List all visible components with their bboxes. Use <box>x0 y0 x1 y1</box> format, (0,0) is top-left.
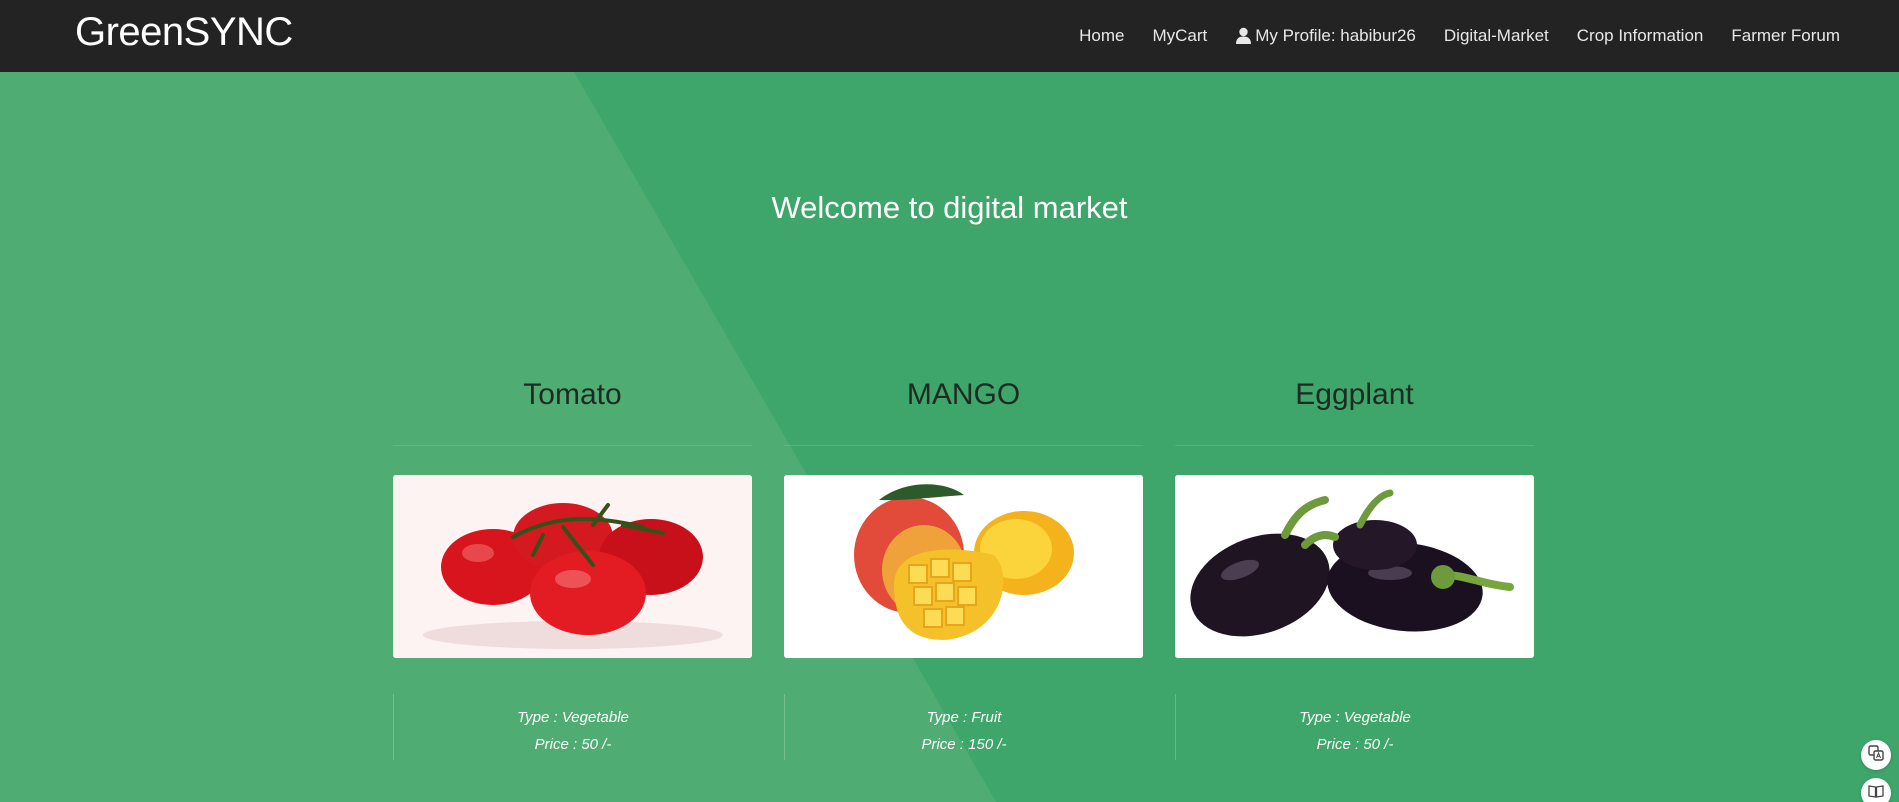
product-details: Type : Fruit Price : 150 /- <box>784 694 1143 760</box>
divider <box>393 445 752 446</box>
product-details: Type : Vegetable Price : 50 /- <box>393 694 752 760</box>
product-price: Price : 150 /- <box>921 736 1007 753</box>
nav-crop-information[interactable]: Crop Information <box>1563 26 1718 46</box>
nav-profile-label: My Profile: habibur26 <box>1255 26 1416 45</box>
page-title: Welcome to digital market <box>771 190 1128 225</box>
product-card-tomato: Tomato Type : Vegetable Price : 50 /- <box>393 375 752 760</box>
nav-mycart[interactable]: MyCart <box>1138 26 1221 46</box>
product-card-mango: MANGO Type : Fruit Price : 150 /- <box>784 375 1143 760</box>
divider <box>1175 445 1534 446</box>
product-image-tomato[interactable] <box>393 475 752 658</box>
translate-icon <box>1867 744 1885 767</box>
nav-digital-market[interactable]: Digital-Market <box>1430 26 1563 46</box>
product-image-eggplant[interactable] <box>1175 475 1534 658</box>
user-icon <box>1235 27 1252 45</box>
reader-button[interactable] <box>1861 778 1891 802</box>
product-price: Price : 50 /- <box>1316 736 1394 753</box>
product-card-eggplant: Eggplant Type : Vegetable Price : 50 /- <box>1175 375 1534 760</box>
product-image-mango[interactable] <box>784 475 1143 658</box>
product-type: Type : Fruit <box>926 709 1002 726</box>
product-name: Tomato <box>523 378 622 411</box>
product-price: Price : 50 /- <box>534 736 612 753</box>
product-type: Type : Vegetable <box>517 709 629 726</box>
nav-farmer-forum[interactable]: Farmer Forum <box>1717 26 1854 46</box>
product-name: Eggplant <box>1295 378 1414 411</box>
reader-icon <box>1867 782 1885 802</box>
brand-logo[interactable]: GreenSYNC <box>75 10 293 55</box>
product-name: MANGO <box>906 378 1021 411</box>
nav-profile[interactable]: My Profile: habibur26 <box>1221 26 1430 46</box>
nav-menu: Home MyCart My Profile: habibur26 Digita… <box>1065 0 1854 72</box>
divider <box>784 445 1143 446</box>
nav-home[interactable]: Home <box>1065 26 1138 46</box>
translate-button[interactable] <box>1861 740 1891 770</box>
product-type: Type : Vegetable <box>1299 709 1411 726</box>
product-details: Type : Vegetable Price : 50 /- <box>1175 694 1534 760</box>
navbar: GreenSYNC Home MyCart My Profile: habibu… <box>0 0 1899 72</box>
